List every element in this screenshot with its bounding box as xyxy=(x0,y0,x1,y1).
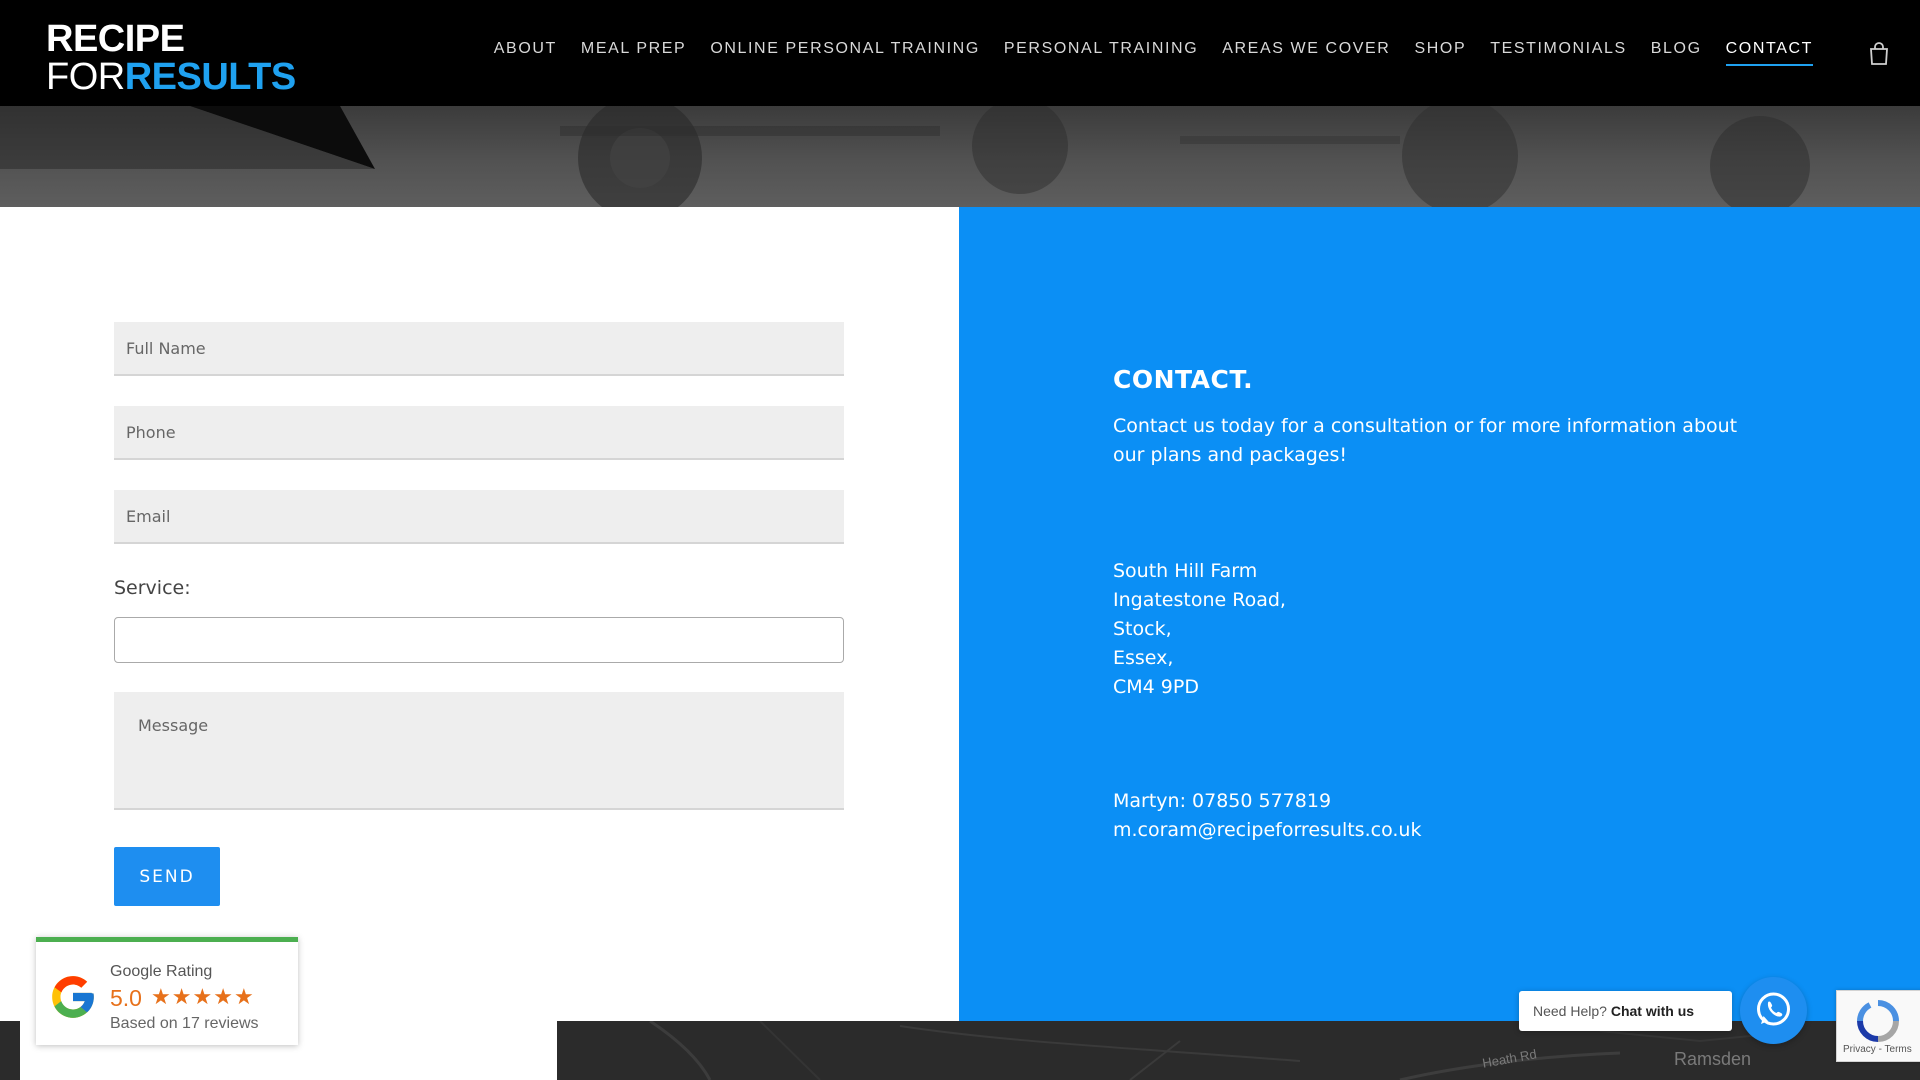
contact-phone: Martyn: 07850 577819 xyxy=(1113,790,1332,812)
whatsapp-icon xyxy=(1757,992,1790,1026)
nav-shop[interactable]: SHOP xyxy=(1414,40,1466,66)
star-icon: ★ xyxy=(171,985,193,1010)
service-select[interactable] xyxy=(114,617,844,663)
chat-prompt-bubble[interactable]: Need Help? Chat with us xyxy=(1519,991,1732,1031)
logo-line-1: RECIPE xyxy=(46,18,185,60)
site-logo[interactable]: RECIPE FORRESULTS xyxy=(46,20,296,96)
star-icon: ★ xyxy=(233,985,255,1010)
send-button[interactable]: SEND xyxy=(114,847,220,906)
rating-score: 5.0 xyxy=(110,985,142,1011)
address-line: CM4 9PD xyxy=(1113,676,1199,698)
star-icon: ★ xyxy=(151,985,172,1010)
contact-heading: CONTACT. xyxy=(1113,365,1254,394)
whatsapp-chat-button[interactable] xyxy=(1740,977,1807,1044)
chat-cta: Chat with us xyxy=(1610,1003,1695,1019)
recaptcha-links: Privacy - Terms xyxy=(1843,1044,1912,1055)
main-nav: ABOUT MEAL PREP ONLINE PERSONAL TRAINING… xyxy=(470,0,1813,106)
rating-title: Google Rating xyxy=(110,963,213,980)
nav-online-personal-training[interactable]: ONLINE PERSONAL TRAINING xyxy=(710,40,980,66)
contact-info-panel: CONTACT. Contact us today for a consulta… xyxy=(959,207,1920,1021)
google-g-icon xyxy=(52,976,94,1018)
rating-stars: ★★★★★ xyxy=(151,985,255,1010)
service-label: Service: xyxy=(114,577,191,599)
site-header: RECIPE FORRESULTS ABOUT MEAL PREP ONLINE… xyxy=(0,0,1920,106)
logo-results-text: RESULTS xyxy=(124,56,297,98)
full-name-field[interactable] xyxy=(114,322,844,376)
gym-background-image xyxy=(0,106,1810,207)
privacy-link[interactable]: Privacy xyxy=(1843,1044,1876,1055)
rating-review-count: Based on 17 reviews xyxy=(110,1015,259,1032)
logo-for-text: FOR xyxy=(46,56,125,98)
star-icon: ★ xyxy=(213,985,234,1010)
logo-line-2: FORRESULTS xyxy=(46,58,296,96)
terms-link[interactable]: Terms xyxy=(1885,1044,1912,1055)
nav-testimonials[interactable]: TESTIMONIALS xyxy=(1490,40,1627,66)
nav-blog[interactable]: BLOG xyxy=(1651,40,1702,66)
nav-personal-training[interactable]: PERSONAL TRAINING xyxy=(1004,40,1198,66)
phone-field[interactable] xyxy=(114,406,844,460)
google-rating-badge[interactable]: Google Rating 5.0 ★★★★★ Based on 17 revi… xyxy=(36,937,298,1045)
nav-areas-we-cover[interactable]: AREAS WE COVER xyxy=(1222,40,1390,66)
contact-intro-text: Contact us today for a consultation or f… xyxy=(1113,415,1738,466)
nav-contact[interactable]: CONTACT xyxy=(1725,40,1813,66)
address-line: South Hill Farm xyxy=(1113,560,1258,582)
contact-email-link[interactable]: m.coram@recipeforresults.co.uk xyxy=(1113,816,1421,845)
link-separator: - xyxy=(1875,1044,1885,1055)
nav-about[interactable]: ABOUT xyxy=(494,40,557,66)
nav-meal-prep[interactable]: MEAL PREP xyxy=(581,40,686,66)
address-line: Stock, xyxy=(1113,618,1172,640)
shopping-bag-icon[interactable] xyxy=(1868,42,1890,66)
star-icon: ★ xyxy=(192,985,214,1010)
message-field[interactable] xyxy=(114,692,844,810)
address-block: South Hill Farm Ingatestone Road, Stock,… xyxy=(1113,557,1286,702)
recaptcha-badge: Privacy - Terms xyxy=(1836,990,1920,1062)
chat-prefix: Need Help? xyxy=(1533,1003,1607,1019)
hero-banner xyxy=(0,106,1920,207)
recaptcha-icon xyxy=(1857,1000,1899,1042)
map-place-label: Ramsden xyxy=(1674,1049,1752,1069)
address-line: Essex, xyxy=(1113,647,1174,669)
address-line: Ingatestone Road, xyxy=(1113,589,1286,611)
email-field[interactable] xyxy=(114,490,844,544)
